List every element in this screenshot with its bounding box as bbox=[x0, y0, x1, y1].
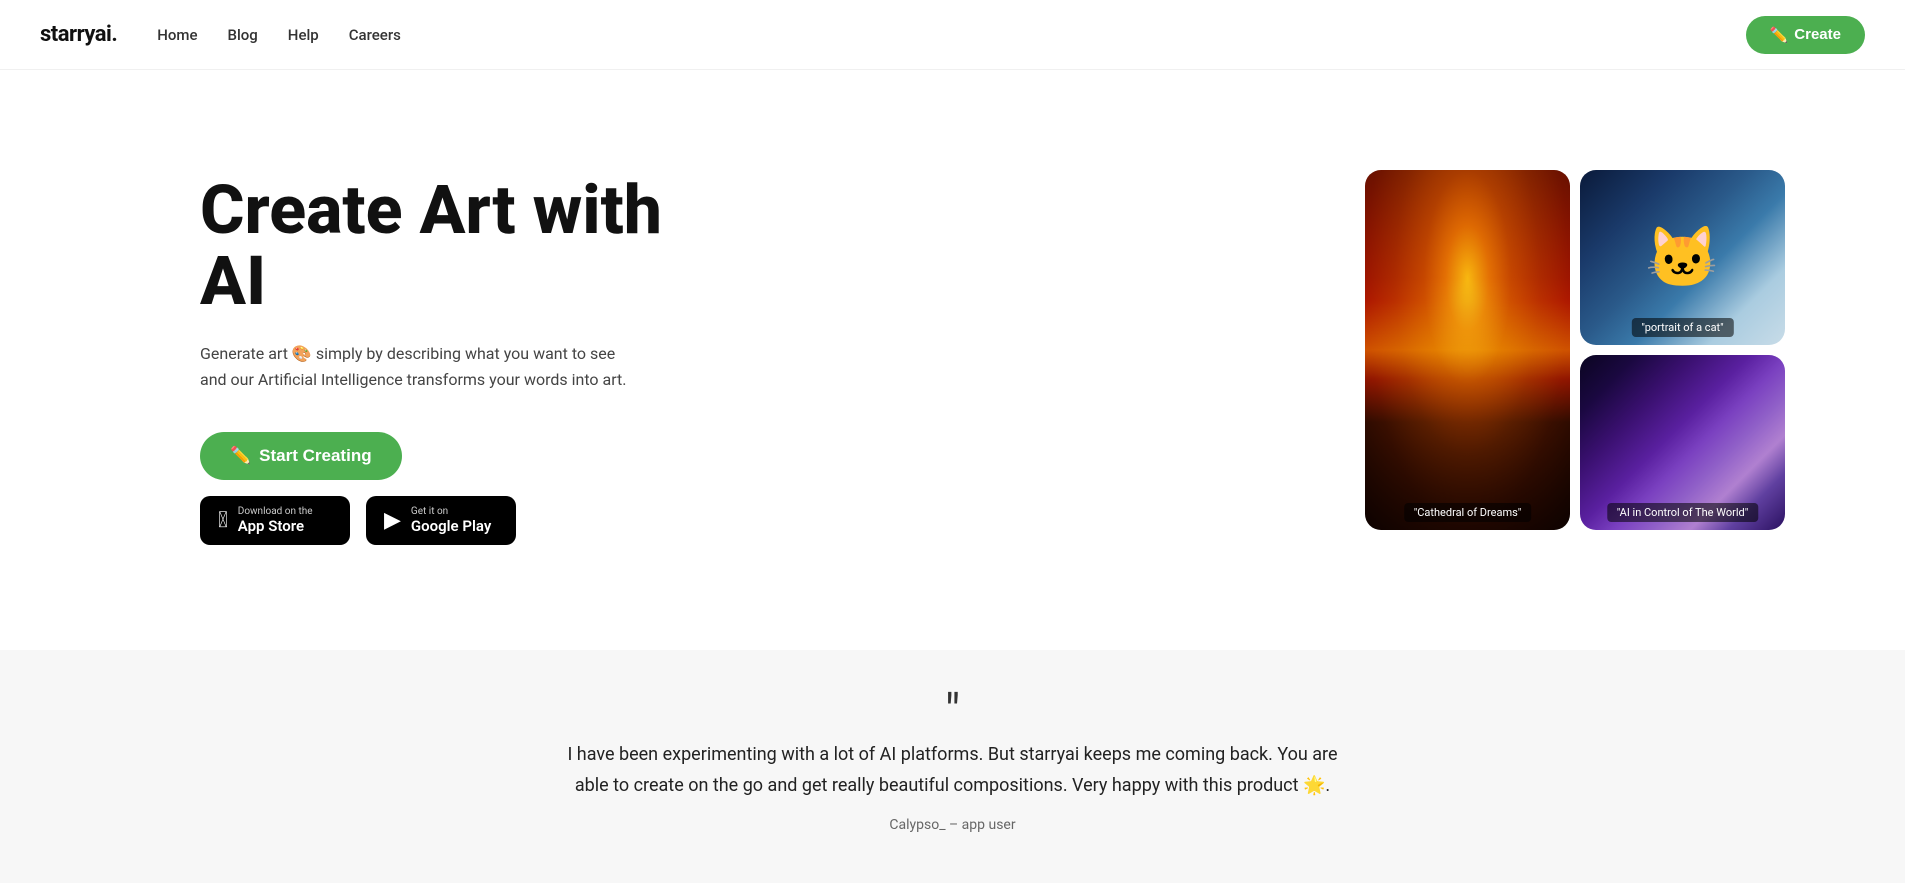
google-play-button[interactable]: ▶ Get it on Google Play bbox=[366, 496, 516, 545]
nav-link-help[interactable]: Help bbox=[288, 26, 319, 44]
testimonial-section: " I have been experimenting with a lot o… bbox=[0, 650, 1905, 883]
space-label: "AI in Control of The World" bbox=[1607, 503, 1758, 522]
nav-left: starryai. Home Blog Help Careers bbox=[40, 22, 401, 47]
art-card-cathedral: "Cathedral of Dreams" bbox=[1365, 170, 1570, 530]
hero-title: Create Art with AI bbox=[200, 175, 700, 318]
art-card-cat: 🐱 "portrait of a cat" bbox=[1580, 170, 1785, 345]
quote-mark: " bbox=[40, 700, 1865, 724]
pencil-icon: ✏️ bbox=[230, 446, 251, 466]
cathedral-label: "Cathedral of Dreams" bbox=[1404, 503, 1532, 522]
hero-right: "Cathedral of Dreams" 🐱 "portrait of a c… bbox=[1365, 170, 1785, 550]
app-store-big: App Store bbox=[238, 517, 313, 535]
pencil-icon: ✏️ bbox=[1770, 26, 1789, 44]
art-card-space: "AI in Control of The World" bbox=[1580, 355, 1785, 530]
hero-left: Create Art with AI Generate art 🎨 simply… bbox=[200, 175, 700, 546]
apple-icon:  bbox=[218, 508, 228, 533]
cat-label: "portrait of a cat" bbox=[1631, 318, 1733, 337]
hero-section: Create Art with AI Generate art 🎨 simply… bbox=[0, 70, 1905, 650]
play-icon: ▶ bbox=[384, 508, 401, 533]
google-play-small: Get it on bbox=[411, 506, 491, 517]
store-buttons:  Download on the App Store ▶ Get it on … bbox=[200, 496, 700, 545]
create-button[interactable]: ✏️ Create bbox=[1746, 16, 1865, 54]
nav-link-home[interactable]: Home bbox=[157, 26, 197, 44]
navbar: starryai. Home Blog Help Careers ✏️ Crea… bbox=[0, 0, 1905, 70]
hero-subtitle: Generate art 🎨 simply by describing what… bbox=[200, 341, 700, 392]
logo: starryai. bbox=[40, 22, 117, 47]
nav-links: Home Blog Help Careers bbox=[157, 26, 401, 44]
app-store-button[interactable]:  Download on the App Store bbox=[200, 496, 350, 545]
nav-link-blog[interactable]: Blog bbox=[227, 26, 257, 44]
art-grid: "Cathedral of Dreams" 🐱 "portrait of a c… bbox=[1365, 170, 1785, 530]
app-store-small: Download on the bbox=[238, 506, 313, 517]
start-creating-button[interactable]: ✏️ Start Creating bbox=[200, 432, 402, 480]
nav-link-careers[interactable]: Careers bbox=[349, 26, 401, 44]
hero-buttons: ✏️ Start Creating  Download on the App … bbox=[200, 432, 700, 545]
google-play-big: Google Play bbox=[411, 517, 491, 535]
cathedral-image bbox=[1365, 170, 1570, 530]
testimonial-text: I have been experimenting with a lot of … bbox=[563, 740, 1343, 801]
